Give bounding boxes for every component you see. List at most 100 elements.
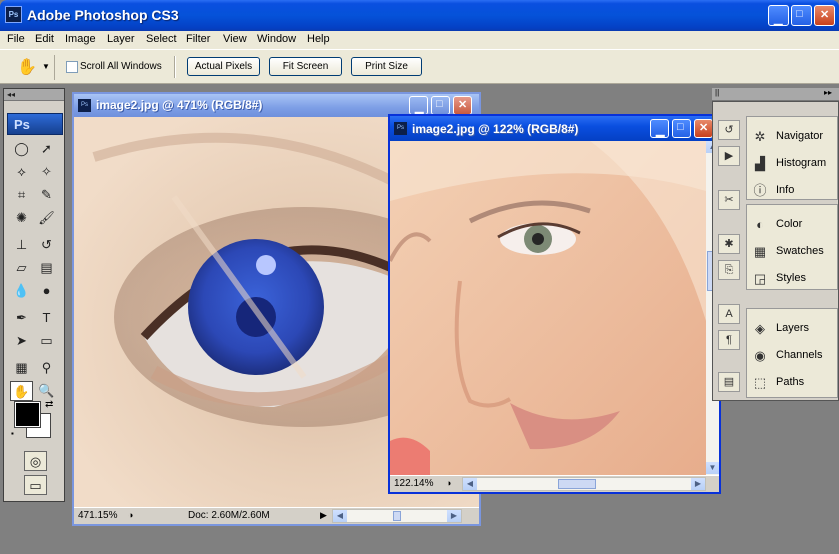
fit-screen-button[interactable]: Fit Screen: [269, 57, 342, 76]
path-select-tool-icon[interactable]: ➤: [10, 331, 33, 351]
zoom-tool-icon[interactable]: 🔍: [35, 381, 58, 401]
panel-label: Info: [776, 184, 795, 196]
doc1-close-button[interactable]: ✕: [453, 96, 472, 115]
photoshop-logo[interactable]: Ps: [7, 113, 63, 135]
eyedropper-tool-icon[interactable]: ⚲: [35, 358, 58, 378]
scroll-thumb[interactable]: [393, 511, 401, 521]
panel-tab-color[interactable]: ◐ Color: [749, 213, 837, 237]
default-colors-icon[interactable]: ▪: [11, 429, 14, 438]
layer-comps-panel-icon[interactable]: ▤: [718, 372, 740, 392]
document-2-canvas[interactable]: [390, 141, 706, 476]
quick-mask-icon[interactable]: ◎: [24, 451, 47, 471]
close-button[interactable]: ✕: [814, 5, 835, 26]
app-title-bar[interactable]: Ps Adobe Photoshop CS3 ▁ □ ✕: [0, 0, 839, 31]
actual-pixels-button[interactable]: Actual Pixels: [187, 57, 260, 76]
marquee-tool-icon[interactable]: ◯: [10, 139, 33, 159]
healing-tool-icon[interactable]: ✺: [10, 208, 33, 228]
doc2-minimize-button[interactable]: ▁: [650, 119, 669, 138]
scroll-all-windows-label: Scroll All Windows: [80, 61, 162, 72]
hand-tool-icon[interactable]: ✋: [10, 381, 33, 401]
panel-tab-navigator[interactable]: ✲ Navigator: [749, 125, 837, 149]
menu-select[interactable]: Select: [146, 33, 177, 45]
doc2-close-button[interactable]: ✕: [694, 119, 713, 138]
menu-help[interactable]: Help: [307, 33, 330, 45]
slice-tool-icon[interactable]: ✎: [35, 185, 58, 205]
notes-tool-icon[interactable]: ▦: [10, 358, 33, 378]
app-title: Adobe Photoshop CS3: [27, 7, 179, 23]
status-menu-icon[interactable]: ◑: [128, 510, 133, 520]
swatches-icon: ▦: [753, 244, 767, 259]
magic-wand-tool-icon[interactable]: ✧: [35, 162, 58, 182]
crop-tool-icon[interactable]: ⌗: [10, 185, 33, 205]
brush-tool-icon[interactable]: 🖌: [35, 208, 58, 228]
menu-image[interactable]: Image: [65, 33, 96, 45]
document-1-horizontal-scrollbar[interactable]: ◀ ▶: [332, 509, 462, 523]
doc2-maximize-button[interactable]: □: [672, 119, 691, 138]
panel-label: Paths: [776, 376, 805, 388]
menu-filter[interactable]: Filter: [186, 33, 210, 45]
shape-tool-icon[interactable]: ▭: [35, 331, 58, 351]
stamp-tool-icon[interactable]: ⊥: [10, 235, 33, 255]
doc1-minimize-button[interactable]: ▁: [409, 96, 428, 115]
history-brush-tool-icon[interactable]: ↺: [35, 235, 58, 255]
dodge-tool-icon[interactable]: ●: [35, 281, 58, 301]
menu-view[interactable]: View: [223, 33, 247, 45]
document-2-title: image2.jpg @ 122% (RGB/8#): [412, 122, 579, 136]
print-size-button[interactable]: Print Size: [351, 57, 422, 76]
menu-layer[interactable]: Layer: [107, 33, 135, 45]
minimize-button[interactable]: ▁: [768, 5, 789, 26]
document-2-horizontal-scrollbar[interactable]: ◀ ▶: [462, 477, 706, 491]
menu-edit[interactable]: Edit: [35, 33, 54, 45]
brushes-panel-icon[interactable]: ✱: [718, 234, 740, 254]
actions-panel-icon[interactable]: ▶: [718, 146, 740, 166]
foreground-color-swatch[interactable]: [14, 401, 41, 428]
panel-tab-swatches[interactable]: ▦ Swatches: [749, 240, 837, 264]
maximize-button[interactable]: □: [791, 5, 812, 26]
histogram-icon: ▟: [755, 156, 765, 171]
tool-presets-panel-icon[interactable]: ✂: [718, 190, 740, 210]
status-arrow-icon[interactable]: ▶: [320, 510, 327, 521]
collapsed-panel-icons: ↺ ▶ ✂ ✱ ⎘ A ¶ ▤: [715, 104, 743, 400]
status-menu-icon[interactable]: ◑: [446, 478, 451, 488]
panel-tab-histogram[interactable]: ▟ Histogram: [749, 152, 837, 176]
document-window-2[interactable]: Ps image2.jpg @ 122% (RGB/8#) ▁ □ ✕ ▼ 12…: [388, 114, 721, 494]
scroll-thumb[interactable]: [558, 479, 596, 489]
doc1-maximize-button[interactable]: □: [431, 96, 450, 115]
panel-tab-styles[interactable]: ◲ Styles: [749, 267, 837, 291]
panel-tab-paths[interactable]: ⬚ Paths: [749, 371, 837, 395]
toolbox-grip[interactable]: ◂◂: [4, 89, 64, 101]
navigator-icon: ✲: [754, 129, 766, 144]
menu-window[interactable]: Window: [257, 33, 296, 45]
lasso-tool-icon[interactable]: ⟡: [10, 162, 33, 182]
menu-file[interactable]: File: [7, 33, 25, 45]
scroll-right-arrow[interactable]: ▶: [691, 478, 705, 490]
screen-mode-icon[interactable]: ▭: [24, 475, 47, 495]
scroll-down-arrow[interactable]: ▼: [706, 462, 719, 474]
paragraph-panel-icon[interactable]: ¶: [718, 330, 740, 350]
type-tool-icon[interactable]: T: [35, 308, 58, 328]
panel-tab-layers[interactable]: ◈ Layers: [749, 317, 837, 341]
panel-tab-info[interactable]: ⓘ Info: [749, 179, 837, 203]
document-2-zoom[interactable]: 122.14%: [394, 478, 433, 489]
hand-tool-icon: ✋: [17, 59, 37, 76]
character-panel-icon[interactable]: A: [718, 304, 740, 324]
blur-tool-icon[interactable]: 💧: [10, 281, 33, 301]
eraser-tool-icon[interactable]: ▱: [10, 258, 33, 278]
history-panel-icon[interactable]: ↺: [718, 120, 740, 140]
portrait-image: [390, 141, 706, 476]
gradient-tool-icon[interactable]: ▤: [35, 258, 58, 278]
scroll-left-arrow[interactable]: ◀: [333, 510, 347, 522]
tool-preset-picker[interactable]: ✋ ▼: [9, 55, 55, 80]
panel-dock-grip[interactable]: || ▸▸: [712, 88, 839, 101]
panel-tab-channels[interactable]: ◉ Channels: [749, 344, 837, 368]
document-1-zoom[interactable]: 471.15%: [78, 510, 117, 521]
swap-colors-icon[interactable]: ⇄: [45, 399, 53, 410]
pen-tool-icon[interactable]: ✒: [10, 308, 33, 328]
clone-source-panel-icon[interactable]: ⎘: [718, 260, 740, 280]
scroll-right-arrow[interactable]: ▶: [447, 510, 461, 522]
document-2-title-bar[interactable]: Ps image2.jpg @ 122% (RGB/8#) ▁ □ ✕: [390, 116, 719, 141]
move-tool-icon[interactable]: ➚: [35, 139, 58, 159]
scroll-left-arrow[interactable]: ◀: [463, 478, 477, 490]
scroll-all-windows-checkbox[interactable]: [66, 61, 78, 73]
color-icon: ◐: [756, 217, 764, 232]
